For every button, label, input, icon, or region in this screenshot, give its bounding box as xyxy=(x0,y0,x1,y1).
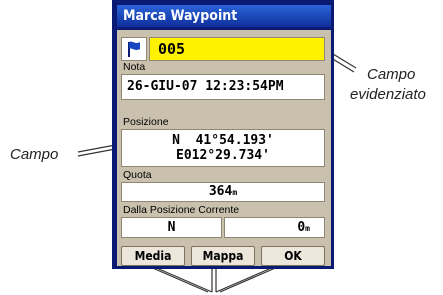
from-current-label: Dalla Posizione Corrente xyxy=(123,204,240,216)
flag-icon-graphic xyxy=(128,41,140,57)
ok-button[interactable]: OK xyxy=(261,246,325,266)
annotation-field: Campo xyxy=(10,146,59,163)
flag-icon[interactable] xyxy=(121,37,147,61)
average-button[interactable]: Media xyxy=(121,246,185,266)
altitude-label: Quota xyxy=(123,169,152,181)
distance-unit: m xyxy=(305,224,310,233)
altitude-field[interactable]: 364m xyxy=(121,182,325,202)
note-field[interactable]: 26-GIU-07 12:23:54PM xyxy=(121,74,325,100)
position-label: Posizione xyxy=(123,116,169,128)
gps-device-screen: Marca Waypoint 005 Nota 26-GIU-07 12:23:… xyxy=(112,0,334,269)
note-label: Nota xyxy=(123,61,146,73)
altitude-unit: m xyxy=(232,188,238,197)
annotation-highlighted-line1: Campo xyxy=(367,66,416,83)
waypoint-name-row: 005 xyxy=(121,37,325,61)
latitude-value: N 41°54.193' xyxy=(172,133,274,148)
distance-value: 0 xyxy=(297,220,306,235)
annotation-highlighted-line2: evidenziato xyxy=(350,86,426,103)
longitude-value: E012°29.734' xyxy=(176,148,270,163)
map-button[interactable]: Mappa xyxy=(191,246,255,266)
altitude-value: 364 xyxy=(208,184,233,199)
from-current-row: N 0m xyxy=(121,217,325,238)
distance-field[interactable]: 0m xyxy=(224,217,325,238)
bearing-value: N xyxy=(167,220,176,235)
mark-waypoint-panel: 005 Nota 26-GIU-07 12:23:54PM Posizione … xyxy=(117,30,331,266)
window-title: Marca Waypoint xyxy=(117,5,331,27)
bearing-field[interactable]: N xyxy=(121,217,222,238)
position-field[interactable]: N 41°54.193' E012°29.734' xyxy=(121,129,325,167)
waypoint-name-field[interactable]: 005 xyxy=(149,37,325,61)
